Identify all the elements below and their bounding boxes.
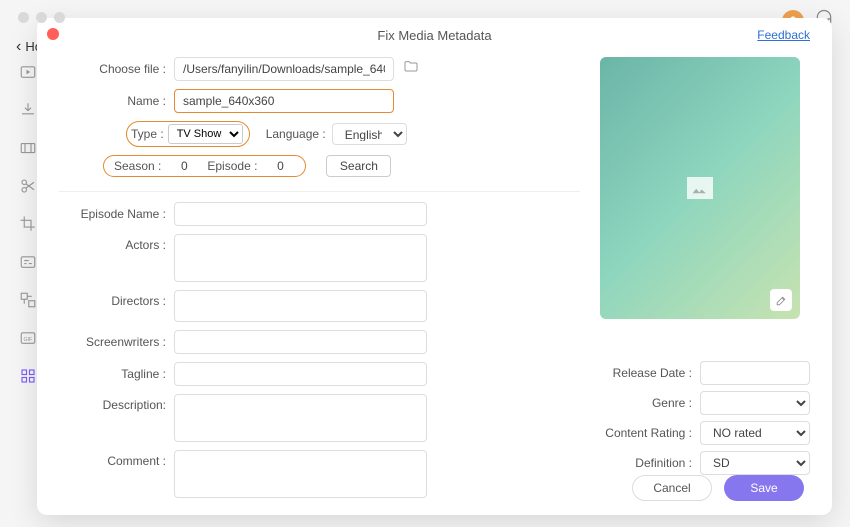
svg-text:GIF: GIF <box>24 337 33 343</box>
modal-footer: Cancel Save <box>632 475 804 501</box>
content-rating-label: Content Rating : <box>600 426 700 440</box>
language-select[interactable]: English <box>332 123 407 145</box>
episode-value[interactable]: 0 <box>265 159 295 173</box>
season-episode-highlight: Season : 0 Episode : 0 <box>103 155 306 177</box>
window-minimize-dot[interactable] <box>36 12 47 23</box>
choose-file-label: Choose file : <box>59 62 174 76</box>
modal-close-button[interactable] <box>47 28 59 40</box>
poster-placeholder-icon <box>687 177 713 199</box>
window-close-dot[interactable] <box>18 12 29 23</box>
type-select[interactable]: TV Shows <box>168 124 243 144</box>
divider <box>59 191 580 192</box>
screenwriters-label: Screenwriters : <box>59 335 174 349</box>
season-value[interactable]: 0 <box>169 159 199 173</box>
definition-select[interactable]: SD <box>700 451 810 475</box>
directors-label: Directors : <box>59 290 174 308</box>
comment-label: Comment : <box>59 450 174 468</box>
actors-label: Actors : <box>59 234 174 252</box>
genre-label: Genre : <box>600 396 700 410</box>
modal-title: Fix Media Metadata <box>37 18 832 43</box>
tagline-input[interactable] <box>174 362 427 386</box>
browse-folder-icon[interactable] <box>402 59 420 80</box>
window-maximize-dot[interactable] <box>54 12 65 23</box>
cancel-button[interactable]: Cancel <box>632 475 712 501</box>
language-label: Language : <box>266 127 326 141</box>
genre-select[interactable] <box>700 391 810 415</box>
release-date-label: Release Date : <box>600 366 700 380</box>
form-right: Release Date : Genre : Content Rating : … <box>600 57 810 506</box>
episode-name-label: Episode Name : <box>59 207 174 221</box>
release-date-input[interactable] <box>700 361 810 385</box>
definition-label: Definition : <box>600 456 700 470</box>
content-rating-select[interactable]: NO rated <box>700 421 810 445</box>
tagline-label: Tagline : <box>59 367 174 381</box>
window-controls <box>18 12 65 23</box>
form-left: Choose file : Name : Type : TV Shows Lan… <box>59 57 580 506</box>
name-label: Name : <box>59 94 174 108</box>
episode-label: Episode : <box>207 159 257 173</box>
episode-name-input[interactable] <box>174 202 427 226</box>
screenwriters-input[interactable] <box>174 330 427 354</box>
feedback-link[interactable]: Feedback <box>757 28 810 42</box>
comment-input[interactable] <box>174 450 427 498</box>
description-label: Description: <box>59 394 174 412</box>
search-button[interactable]: Search <box>326 155 391 177</box>
type-highlight: Type : TV Shows <box>126 121 250 147</box>
name-input[interactable] <box>174 89 394 113</box>
save-button[interactable]: Save <box>724 475 804 501</box>
choose-file-input[interactable] <box>174 57 394 81</box>
poster-edit-button[interactable] <box>770 289 792 311</box>
poster-preview <box>600 57 800 319</box>
season-label: Season : <box>114 159 161 173</box>
type-label: Type : <box>131 127 164 141</box>
actors-input[interactable] <box>174 234 427 282</box>
directors-input[interactable] <box>174 290 427 322</box>
fix-metadata-modal: Fix Media Metadata Feedback Choose file … <box>37 18 832 515</box>
description-input[interactable] <box>174 394 427 442</box>
